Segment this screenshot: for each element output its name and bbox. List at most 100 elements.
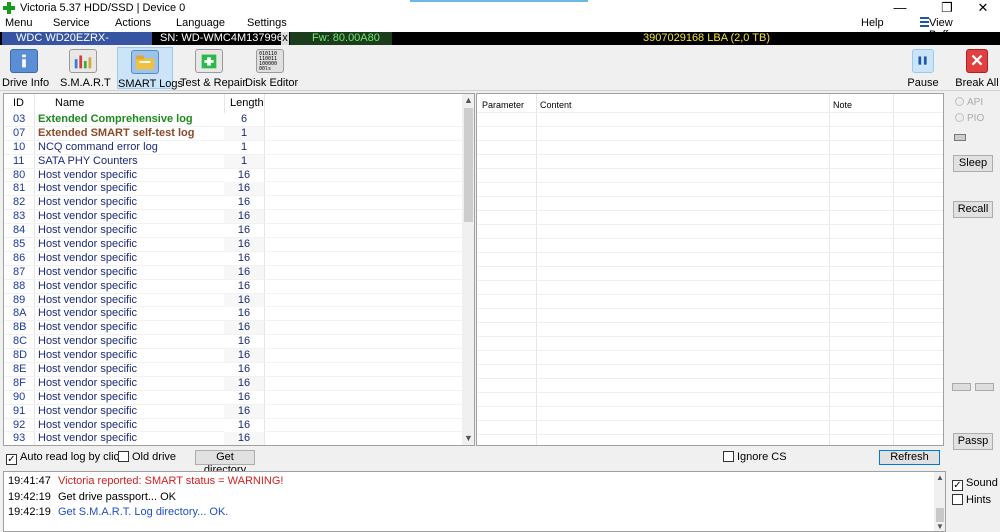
table-row[interactable]: 8F Host vendor specific 16 <box>4 376 462 391</box>
header-parameter[interactable]: Parameter <box>482 100 524 110</box>
header-name[interactable]: Name <box>55 97 84 109</box>
old-drive-checkbox[interactable]: Old drive <box>118 451 176 463</box>
menu-item-language[interactable]: Language <box>176 17 225 29</box>
row-id: 86 <box>13 251 26 264</box>
sleep-button[interactable]: Sleep <box>953 155 993 172</box>
table-row[interactable]: 83 Host vendor specific 16 <box>4 210 462 225</box>
refresh-button[interactable]: Refresh <box>879 450 940 465</box>
table-row[interactable]: 90 Host vendor specific 16 <box>4 390 462 405</box>
maximize-button[interactable]: ❐ <box>930 0 964 17</box>
table-row[interactable]: 8C Host vendor specific 16 <box>4 335 462 350</box>
log-table-scrollbar[interactable]: ▲ ▼ <box>462 94 474 445</box>
row-length: 16 <box>224 335 264 349</box>
pio-label: PIO <box>967 113 985 124</box>
menu-item-actions[interactable]: Actions <box>115 17 151 29</box>
table-row[interactable]: 03 Extended Comprehensive log 6 <box>4 113 462 127</box>
table-row[interactable]: 88 Host vendor specific 16 <box>4 279 462 294</box>
drive-close-button[interactable]: x <box>281 32 289 45</box>
header-id[interactable]: ID <box>13 97 24 109</box>
grid-line <box>477 322 943 323</box>
header-content[interactable]: Content <box>540 100 572 110</box>
recall-button[interactable]: Recall <box>953 201 993 218</box>
break-all-button[interactable]: Break All <box>955 47 999 89</box>
ignore-cs-checkbox[interactable]: Ignore CS <box>723 451 787 463</box>
table-row[interactable]: 93 Host vendor specific 16 <box>4 432 462 445</box>
table-row[interactable]: 8E Host vendor specific 16 <box>4 363 462 377</box>
passp-button[interactable]: Passp <box>953 433 993 450</box>
table-row[interactable]: 8D Host vendor specific 16 <box>4 349 462 364</box>
row-name: Host vendor specific <box>38 335 138 348</box>
table-row[interactable]: 84 Host vendor specific 16 <box>4 224 462 239</box>
table-row[interactable]: 85 Host vendor specific 16 <box>4 238 462 252</box>
disk-editor-button[interactable]: 010110 110011 100000 00ls Disk Editor <box>245 47 298 89</box>
header-note[interactable]: Note <box>833 100 852 110</box>
row-id: 11 <box>13 154 25 167</box>
indicator-button[interactable] <box>954 134 966 141</box>
table-row[interactable]: 10 NCQ command error log 1 <box>4 140 462 155</box>
pause-label: Pause <box>907 77 939 89</box>
row-length: 16 <box>224 293 264 307</box>
grid-line <box>477 126 943 127</box>
event-log-scrollbar[interactable]: ▲ ▼ <box>934 472 945 531</box>
row-name: Host vendor specific <box>38 279 138 292</box>
grid-line <box>477 378 943 379</box>
table-row[interactable]: 8A Host vendor specific 16 <box>4 307 462 322</box>
view-buffer-live-button[interactable]: View Buffer Live <box>920 17 958 53</box>
row-name: SATA PHY Counters <box>38 154 138 167</box>
row-length: 16 <box>224 418 264 432</box>
table-row[interactable]: 92 Host vendor specific 16 <box>4 418 462 433</box>
table-row[interactable]: 89 Host vendor specific 16 <box>4 293 462 308</box>
minimize-button[interactable]: — <box>883 0 917 17</box>
grid-line <box>477 112 943 113</box>
grid-line <box>477 406 943 407</box>
close-button[interactable]: ✕ <box>966 0 1000 17</box>
menu-item-menu[interactable]: Menu <box>5 17 33 29</box>
row-id: 03 <box>13 113 26 125</box>
test-repair-button[interactable]: Test & Repair <box>180 47 246 89</box>
grid-line <box>477 336 943 337</box>
row-name: Host vendor specific <box>38 251 138 264</box>
table-row[interactable]: 81 Host vendor specific 16 <box>4 182 462 197</box>
scroll-up-icon[interactable]: ▲ <box>462 94 474 106</box>
menu-item-service[interactable]: Service <box>53 17 90 29</box>
grid-line <box>477 140 943 141</box>
smart-logs-button[interactable]: SMART Logs <box>117 47 183 90</box>
scroll-thumb[interactable] <box>464 108 473 222</box>
col-divider <box>893 94 894 445</box>
row-name: Host vendor specific <box>38 210 138 223</box>
smart-button[interactable]: S.M.A.R.T <box>60 47 111 89</box>
table-row[interactable]: 91 Host vendor specific 16 <box>4 404 462 419</box>
row-id: 92 <box>13 418 26 431</box>
grid-line <box>477 224 943 225</box>
get-directory-button[interactable]: Get directory <box>195 450 255 476</box>
table-row[interactable]: 87 Host vendor specific 16 <box>4 265 462 280</box>
sound-checkbox[interactable]: ✓ Sound <box>952 477 998 491</box>
table-row[interactable]: 11 SATA PHY Counters 1 <box>4 154 462 169</box>
scroll-thumb[interactable] <box>936 508 944 522</box>
scroll-down-icon[interactable]: ▼ <box>934 522 945 531</box>
hints-checkbox[interactable]: Hints <box>952 494 991 506</box>
row-id: 84 <box>13 224 26 237</box>
menu-item-settings[interactable]: Settings <box>247 17 287 29</box>
scroll-up-icon[interactable]: ▲ <box>934 473 945 482</box>
pio-radio[interactable]: PIO <box>955 113 984 124</box>
table-row[interactable]: 82 Host vendor specific 16 <box>4 196 462 211</box>
drive-info-button[interactable]: Drive Info <box>2 47 49 89</box>
header-length[interactable]: Length <box>230 97 264 109</box>
log-directory-table: ID Name Length 03 Extended Comprehensive … <box>3 93 475 446</box>
pause-button[interactable]: Pause <box>905 47 941 89</box>
smart-logs-icon <box>131 50 159 74</box>
checkbox-icon <box>118 451 129 462</box>
auto-read-checkbox[interactable]: ✓ Auto read log by click <box>6 451 125 465</box>
row-length: 16 <box>224 376 264 390</box>
table-row[interactable]: 80 Host vendor specific 16 <box>4 168 462 183</box>
row-name: Host vendor specific <box>38 307 138 320</box>
scroll-down-icon[interactable]: ▼ <box>462 432 474 444</box>
api-radio[interactable]: API <box>955 97 983 108</box>
api-label: API <box>967 97 984 108</box>
table-row[interactable]: 07 Extended SMART self-test log 1 <box>4 126 462 141</box>
table-row[interactable]: 8B Host vendor specific 16 <box>4 321 462 336</box>
row-length: 16 <box>224 168 264 182</box>
menu-item-help[interactable]: Help <box>861 17 884 29</box>
table-row[interactable]: 86 Host vendor specific 16 <box>4 251 462 266</box>
